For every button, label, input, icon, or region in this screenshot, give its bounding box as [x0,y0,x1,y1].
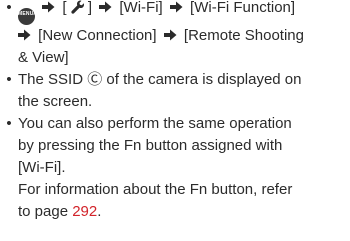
note-fn-line-3: [Wi-Fi]. [0,157,350,179]
menu-item-wifi-function: [Wi-Fi Function] [190,0,296,16]
note-fn-text-1: You can also perform the same operation [18,115,292,132]
bullet: • [6,0,12,16]
instruction-document: • MENU/SET [ ] [Wi-Fi] [Wi-Fi Function] … [0,0,350,223]
menu-path-line-1: • MENU/SET [ ] [Wi-Fi] [Wi-Fi Function] [0,0,350,25]
note-ssid-line-1: • The SSID Ⓒ of the camera is displayed … [0,69,350,91]
arrow-right-icon [42,1,55,13]
note-fn-text-3: [Wi-Fi]. [18,159,66,176]
menu-item-new-connection: [New Connection] [38,27,157,44]
arrow-right-icon [18,29,31,41]
note-fn-line-2: by pressing the Fn button assigned with [0,135,350,157]
menu-set-button-icon: MENU/SET [18,8,45,25]
arrow-right-icon [163,29,177,41]
note-ssid-line-2: the screen. [0,91,350,113]
menu-path-line-2: [New Connection] [Remote Shooting [0,25,350,47]
arrow-right-icon [169,1,183,13]
note-fn-period: . [97,203,102,220]
menu-item-remote-shooting: [Remote Shooting [183,27,304,44]
wrench-icon [71,0,84,14]
menu-path-line-3: & View] [0,47,350,69]
note-fn-line-1: • You can also perform the same operatio… [0,113,350,135]
note-ssid-text-a: The SSID [18,71,88,88]
note-fn-line-4: For information about the Fn button, ref… [0,179,350,201]
menu-bracket-close: ] [87,0,93,16]
menu-bracket-open: [ [62,0,67,16]
arrow-right-icon [99,1,112,13]
bullet: • [6,71,12,88]
page-292-link[interactable]: 292 [72,203,97,220]
bullet: • [6,115,12,132]
note-ssid-text-b: of the camera is displayed on [102,71,302,88]
menu-item-remote-shooting-cont: & View] [18,49,69,66]
note-ssid-text-c: the screen. [18,93,93,110]
note-fn-text-2: by pressing the Fn button assigned with [18,137,283,154]
note-fn-line-5: to page 292. [0,201,350,223]
circled-c-symbol: Ⓒ [87,71,103,88]
note-fn-text-5: to page [18,203,73,220]
note-fn-text-4: For information about the Fn button, ref… [18,181,293,198]
menu-item-wifi: [Wi-Fi] [119,0,163,16]
